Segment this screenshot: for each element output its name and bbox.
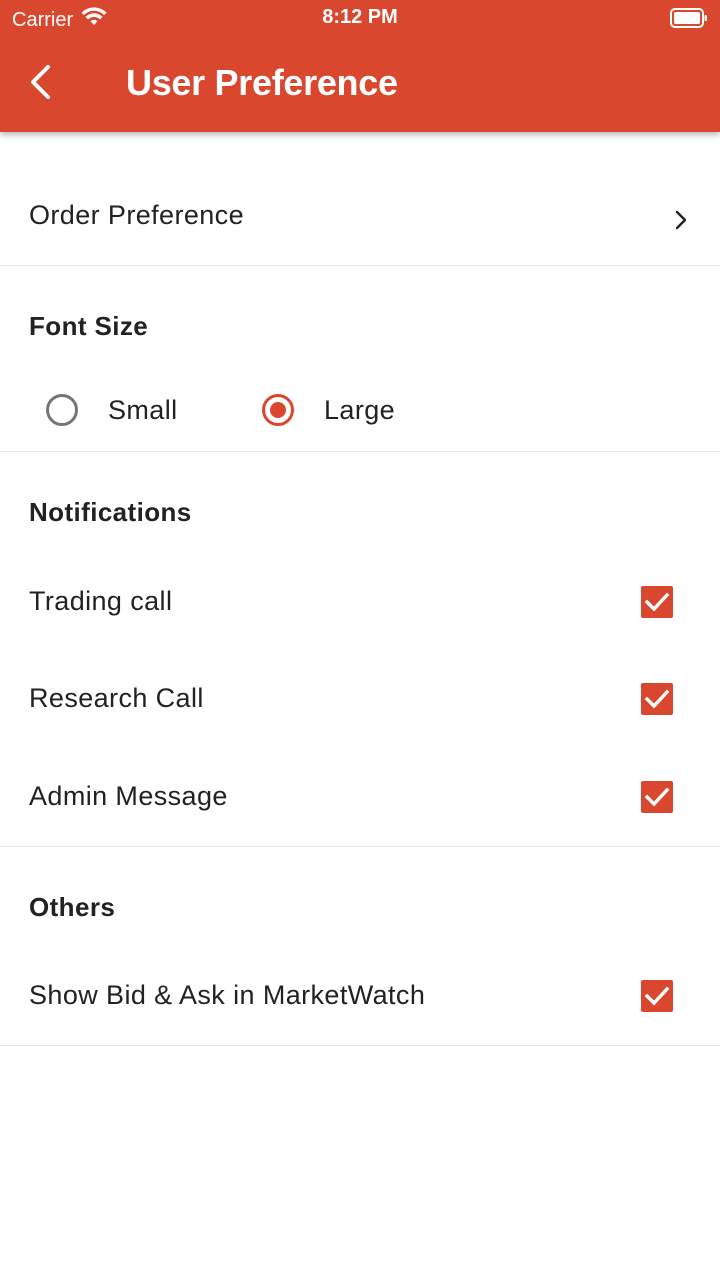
radio-large[interactable]: Large [262, 388, 395, 432]
show-bid-ask-label: Show Bid & Ask in MarketWatch [29, 980, 426, 1010]
divider [0, 451, 720, 452]
radio-large-label: Large [324, 394, 396, 425]
battery-icon [670, 8, 708, 28]
others-heading: Others [29, 892, 116, 922]
checkbox-checked-icon[interactable] [641, 586, 673, 618]
font-size-heading: Font Size [29, 311, 149, 341]
app-header: Carrier 8:12 PM User Preference [0, 0, 720, 132]
chevron-left-icon [28, 64, 52, 105]
divider [0, 846, 720, 847]
admin-message-label: Admin Message [29, 781, 228, 811]
show-bid-ask-row[interactable]: Show Bid & Ask in MarketWatch [0, 966, 720, 1026]
page-title: User Preference [126, 62, 398, 103]
font-size-options: Small Large [0, 388, 720, 432]
radio-small[interactable]: Small [46, 388, 178, 432]
checkbox-checked-icon[interactable] [641, 980, 673, 1012]
notification-trading-call-row[interactable]: Trading call [0, 572, 720, 632]
status-time: 8:12 PM [322, 6, 398, 28]
checkbox-checked-icon[interactable] [641, 683, 673, 715]
radio-selected-dot [270, 402, 286, 418]
chevron-right-icon [670, 206, 692, 234]
trading-call-label: Trading call [29, 586, 173, 616]
checkbox-checked-icon[interactable] [641, 781, 673, 813]
radio-button-selected-icon[interactable] [262, 394, 294, 426]
divider [0, 265, 720, 266]
status-bar: Carrier 8:12 PM [0, 0, 720, 40]
radio-button-unselected-icon[interactable] [46, 394, 78, 426]
order-preference-label: Order Preference [29, 200, 244, 230]
radio-small-label: Small [108, 394, 178, 425]
divider [0, 1045, 720, 1046]
notification-research-call-row[interactable]: Research Call [0, 669, 720, 729]
notification-admin-message-row[interactable]: Admin Message [0, 767, 720, 827]
research-call-label: Research Call [29, 683, 204, 713]
back-button[interactable] [18, 60, 62, 108]
notifications-heading: Notifications [29, 497, 192, 527]
order-preference-row[interactable]: Order Preference [0, 170, 720, 266]
